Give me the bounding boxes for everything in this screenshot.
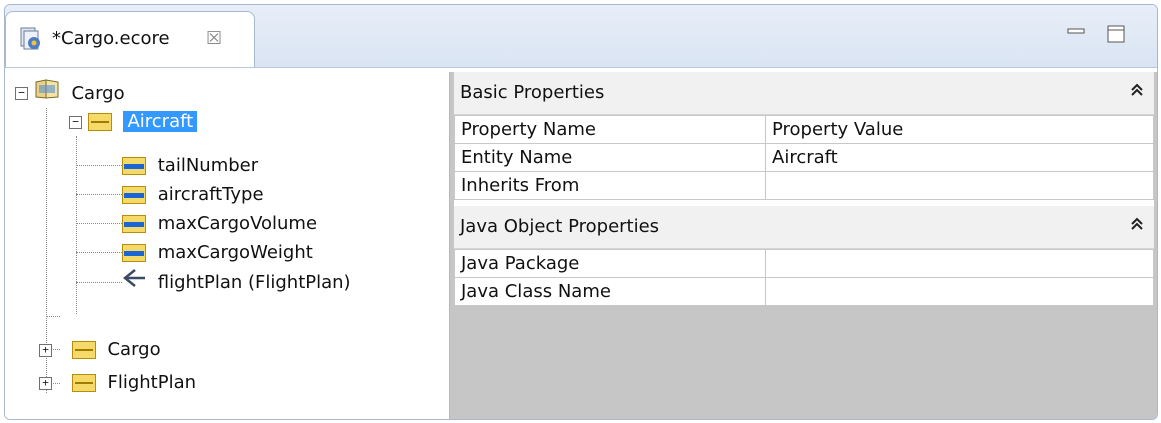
ereference-icon [122, 268, 146, 297]
tree-connector [46, 316, 60, 317]
eclass-icon [71, 374, 96, 392]
tree-item-class-flightplan[interactable]: + FlightPlan [39, 369, 196, 397]
eclass-icon [87, 113, 112, 131]
collapse-toggle[interactable]: − [15, 87, 28, 100]
package-icon [34, 78, 60, 109]
eclass-icon [71, 341, 96, 359]
tree-connector [76, 136, 77, 314]
tree-item-label: maxCargoWeight [157, 242, 313, 263]
section-header-java-object-properties[interactable]: Java Object Properties [454, 206, 1154, 249]
property-value-cell[interactable] [765, 249, 1154, 278]
editor-tab[interactable]: *Cargo.ecore ☒ [5, 11, 255, 67]
properties-content: Basic Properties Property Name Property … [454, 72, 1154, 306]
tree-item-package-cargo[interactable]: − Cargo [15, 78, 125, 106]
column-header: Property Value [765, 115, 1154, 144]
tree-item-class-aircraft[interactable]: − Aircraft [69, 108, 198, 136]
property-name-cell: Inherits From [454, 171, 766, 200]
collapse-toggle[interactable]: − [69, 115, 82, 129]
ecore-editor: *Cargo.ecore ☒ − Cargo − Aircraft tailNu… [4, 4, 1158, 420]
tree-item-label: Aircraft [123, 111, 198, 132]
tree-item-label: maxCargoVolume [157, 213, 318, 234]
tree-item-label: flightPlan (FlightPlan) [157, 271, 351, 293]
close-icon[interactable]: ☒ [206, 28, 222, 49]
tree-item-label: tailNumber [157, 155, 259, 176]
tree-item-attribute[interactable]: tailNumber [122, 152, 258, 180]
maximize-icon[interactable] [1105, 23, 1127, 45]
tree-item-label: Cargo [107, 339, 161, 360]
minimize-icon[interactable] [1065, 23, 1087, 45]
eattribute-icon [122, 186, 146, 204]
tree-connector [76, 252, 122, 253]
tree-connector [76, 165, 122, 166]
table-row[interactable]: Inherits From [454, 171, 1154, 200]
tree-connector [76, 194, 122, 195]
tab-title: *Cargo.ecore [52, 28, 170, 49]
tree-item-attribute[interactable]: maxCargoVolume [122, 210, 317, 238]
table-row[interactable]: Java Class Name [454, 277, 1154, 306]
tree-connector [76, 223, 122, 224]
properties-panel: Basic Properties Property Name Property … [449, 72, 1157, 419]
property-value-cell[interactable]: Aircraft [765, 143, 1154, 172]
eattribute-icon [122, 244, 146, 262]
tree-item-label: FlightPlan [107, 372, 197, 393]
property-value-cell[interactable] [765, 277, 1154, 306]
property-name-cell: Entity Name [454, 143, 766, 172]
eattribute-icon [122, 215, 146, 233]
section-title: Java Object Properties [460, 216, 660, 237]
tree-item-attribute[interactable]: aircraftType [122, 181, 264, 209]
tree-connector [76, 282, 122, 283]
model-tree: − Cargo − Aircraft tailNumber aircraftTy… [5, 68, 445, 419]
tree-item-attribute[interactable]: maxCargoWeight [122, 239, 313, 267]
table-row[interactable]: Entity Name Aircraft [454, 143, 1154, 172]
table-row[interactable]: Java Package [454, 249, 1154, 278]
tree-item-class-cargo[interactable]: + Cargo [39, 336, 161, 364]
section-title: Basic Properties [460, 82, 605, 103]
tree-item-reference[interactable]: flightPlan (FlightPlan) [122, 268, 351, 296]
editor-tab-bar: *Cargo.ecore ☒ [5, 5, 1157, 68]
collapse-section-icon[interactable] [1130, 72, 1144, 114]
table-header-row: Property Name Property Value [454, 115, 1154, 144]
section-header-basic-properties[interactable]: Basic Properties [454, 72, 1154, 115]
ecore-file-icon [18, 26, 44, 52]
collapse-section-icon[interactable] [1130, 206, 1144, 248]
property-value-cell[interactable] [765, 171, 1154, 200]
column-header: Property Name [454, 115, 766, 144]
expand-toggle[interactable]: + [39, 343, 52, 357]
property-name-cell: Java Package [454, 249, 766, 278]
tree-item-label: Cargo [71, 82, 125, 104]
expand-toggle[interactable]: + [39, 376, 52, 390]
property-name-cell: Java Class Name [454, 277, 766, 306]
tree-item-label: aircraftType [157, 184, 264, 205]
java-properties-table: Java Package Java Class Name [454, 249, 1154, 306]
basic-properties-table: Property Name Property Value Entity Name… [454, 115, 1154, 200]
eattribute-icon [122, 157, 146, 175]
